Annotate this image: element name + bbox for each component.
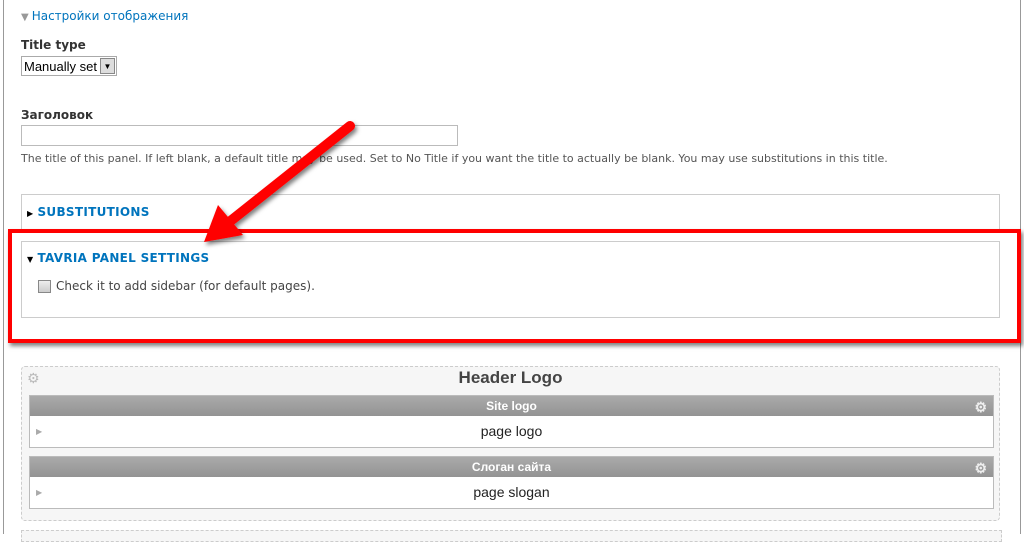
gear-icon[interactable]: ⚙: [974, 397, 987, 417]
next-region: [21, 530, 1002, 542]
pane-header[interactable]: Site logo ⚙: [30, 396, 993, 416]
pane-body: ▶ page slogan: [30, 477, 993, 508]
pane-header[interactable]: Слоган сайта ⚙: [30, 457, 993, 477]
region-title: Header Logo: [458, 368, 563, 387]
pane-site-logo: Site logo ⚙ ▶ page logo: [29, 395, 994, 448]
triangle-right-icon[interactable]: ▶: [36, 416, 42, 447]
triangle-right-icon[interactable]: ▶: [36, 477, 42, 508]
gear-icon[interactable]: ⚙: [974, 458, 987, 478]
pane-title: Слоган сайта: [471, 460, 552, 474]
pane-content: page logo: [480, 423, 543, 439]
pane-site-slogan: Слоган сайта ⚙ ▶ page slogan: [29, 456, 994, 509]
pane-body: ▶ page logo: [30, 416, 993, 447]
pane-title: Site logo: [486, 399, 537, 413]
pane-content: page slogan: [473, 484, 550, 500]
region-header-logo: ⚙ Header Logo Site logo ⚙ ▶ page logo Слог…: [21, 366, 1000, 521]
